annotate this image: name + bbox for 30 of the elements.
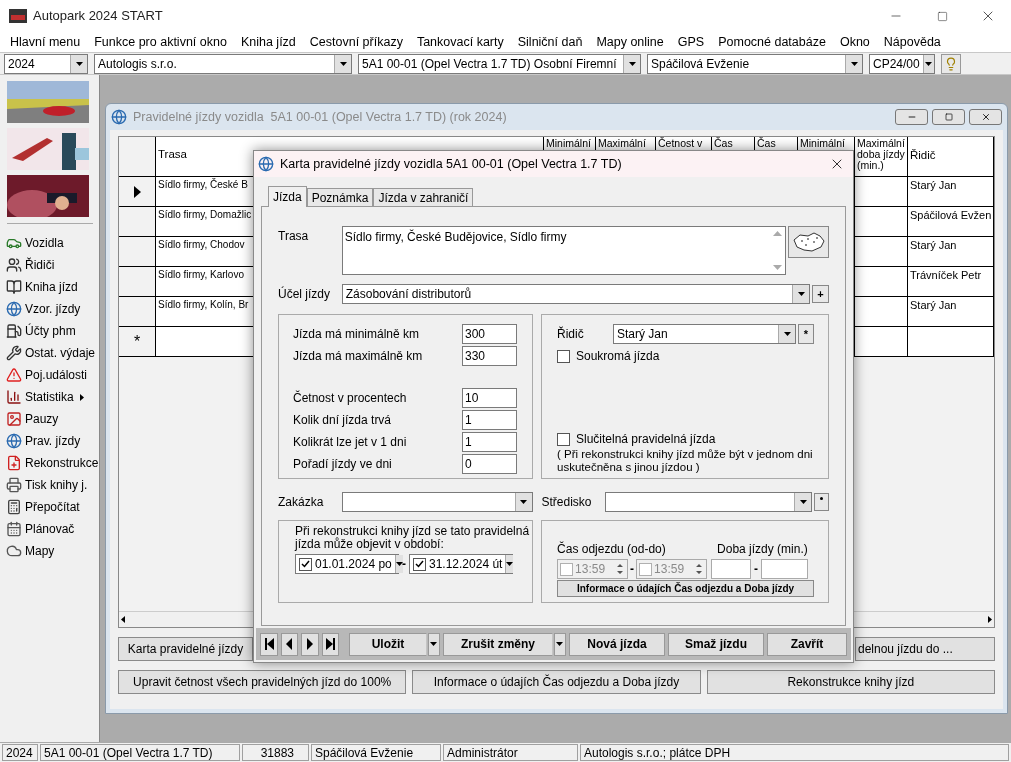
field-label: Doba jízdy (min.) <box>717 541 808 558</box>
field-label: Zakázka <box>278 494 325 511</box>
dash-separator: - <box>754 561 759 578</box>
window-title: Autopark 2024 START <box>33 7 163 26</box>
status-field: Autologis s.r.o.; plátce DPH <box>580 744 1009 761</box>
field-label: Kolikrát lze jet v 1 dni <box>293 434 407 451</box>
note-text: ( Při rekonstrukci knihy jízd může být v jednom dni uskutečněna s jinou jízdou ) <box>557 448 814 474</box>
field-label: Jízda má maximálně km <box>293 348 423 365</box>
dash-separator: - <box>402 556 406 573</box>
status-field: 5A1 00-01 (Opel Vectra 1.7 TD) <box>40 744 240 761</box>
dialog-title: Karta pravidelné jízdy vozidla 5A1 00-01 (Opel Vectra 1.7 TD) <box>280 155 622 173</box>
field-label: Kolik dní jízda trvá <box>293 412 392 429</box>
table-cell: Starý Jan <box>908 297 994 326</box>
dash-separator: - <box>630 561 635 578</box>
table-cell: Starý Jan <box>908 237 994 266</box>
period-text: Při rekonstrukci knihy jízd se tato pravidelná jízda může objevit v období: <box>295 525 530 551</box>
field-label: Četnost v procentech <box>293 389 407 407</box>
field-label: Řidič <box>557 325 585 343</box>
child-window-title: Pravidelné jízdy vozidla 5A1 00-01 (Opel Vectra 1.7 TD) (rok 2024) <box>133 108 507 126</box>
field-label: Pořadí jízdy ve dni <box>293 456 392 473</box>
field-label: Jízda má minimálně km <box>293 326 420 343</box>
status-field: 2024 <box>2 744 38 761</box>
status-field: Administrátor <box>443 744 578 761</box>
status-field: 31883 <box>242 744 309 761</box>
field-label: Středisko <box>541 494 593 511</box>
table-cell: Starý Jan <box>908 177 994 206</box>
field-label: Čas odjezdu (od-do) <box>557 540 667 558</box>
table-cell: Spáčilová Evžen <box>908 207 994 236</box>
status-field: Spáčilová Evženie <box>311 744 441 761</box>
table-cell: Trávníček Petr <box>908 267 994 296</box>
